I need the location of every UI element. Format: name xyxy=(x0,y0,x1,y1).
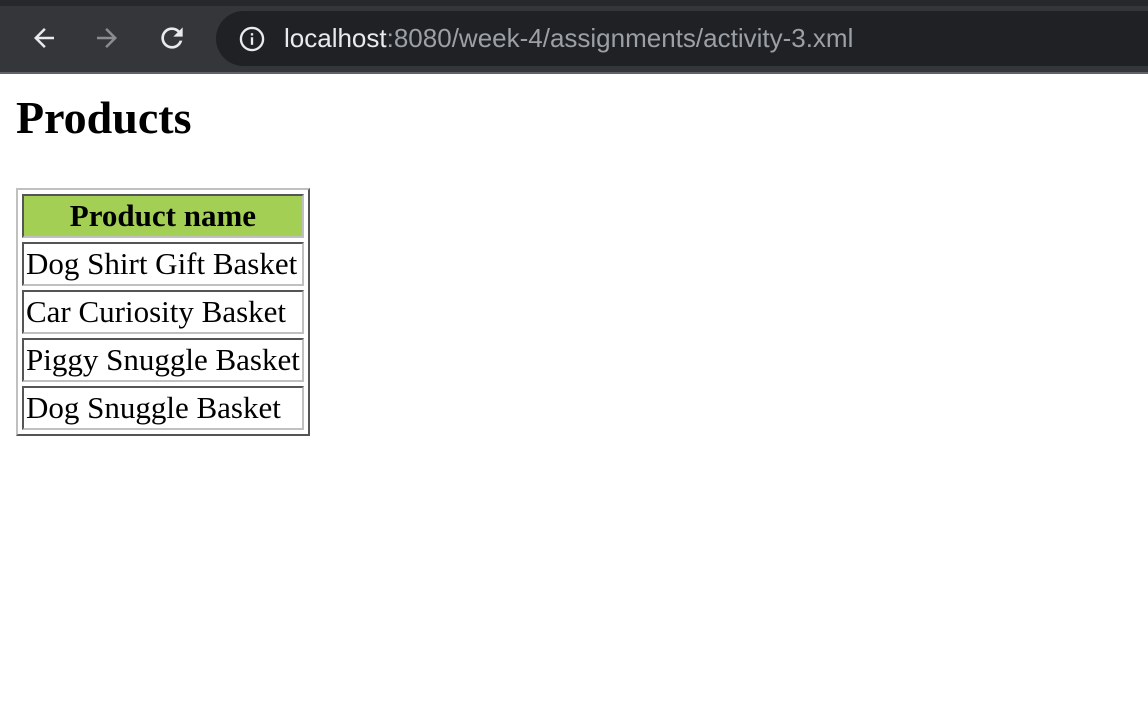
product-name-cell: Dog Shirt Gift Basket xyxy=(22,242,304,286)
column-header-product-name: Product name xyxy=(22,194,304,238)
back-button[interactable] xyxy=(28,22,60,54)
product-name-cell: Car Curiosity Basket xyxy=(22,290,304,334)
url-text[interactable]: localhost:8080/week-4/assignments/activi… xyxy=(284,23,853,53)
table-row: Dog Snuggle Basket xyxy=(22,386,304,430)
reload-button[interactable] xyxy=(156,22,188,54)
table-row: Piggy Snuggle Basket xyxy=(22,338,304,382)
url-host: localhost xyxy=(284,23,387,53)
arrow-right-icon xyxy=(97,28,117,48)
info-icon[interactable] xyxy=(238,25,266,53)
url-path: :8080/week-4/assignments/activity-3.xml xyxy=(386,23,854,53)
page-title: Products xyxy=(16,92,192,143)
address-bar[interactable]: localhost:8080/week-4/assignments/activi… xyxy=(216,11,1148,66)
reload-icon xyxy=(161,27,183,49)
table-row: Dog Shirt Gift Basket xyxy=(22,242,304,286)
products-table: Product name Dog Shirt Gift Basket Car C… xyxy=(16,188,310,436)
page-content: Products Product name Dog Shirt Gift Bas… xyxy=(0,74,1148,710)
table-row: Car Curiosity Basket xyxy=(22,290,304,334)
arrow-left-icon xyxy=(34,28,54,48)
forward-button[interactable] xyxy=(91,22,123,54)
product-name-cell: Piggy Snuggle Basket xyxy=(22,338,304,382)
table-header-row: Product name xyxy=(22,194,304,238)
product-name-cell: Dog Snuggle Basket xyxy=(22,386,304,430)
browser-toolbar: localhost:8080/week-4/assignments/activi… xyxy=(0,0,1148,74)
